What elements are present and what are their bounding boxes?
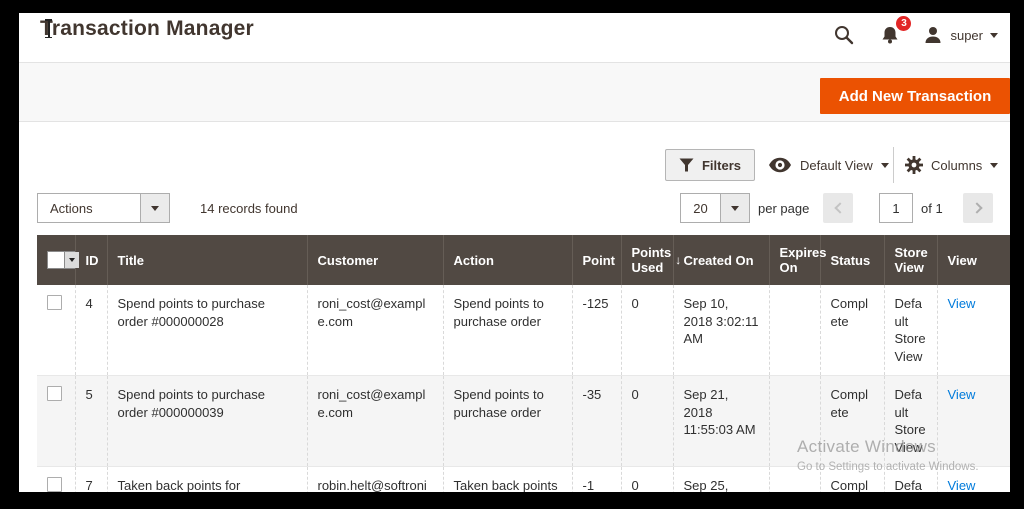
toolbar-divider: [893, 147, 894, 183]
col-header-view[interactable]: View: [936, 235, 1010, 285]
select-all-header: [37, 235, 80, 285]
view-toolbar: Filters Default View Columns: [19, 147, 1010, 183]
chevron-down-icon: [990, 32, 998, 38]
cell-points-used: 0: [620, 466, 673, 492]
cell-checkbox: [37, 285, 75, 377]
previous-page-button[interactable]: [823, 193, 853, 223]
cell-created-on: Sep 25, 2018 10:23:03 AM: [672, 466, 769, 492]
cell-customer: robin.helt@softronic.se: [306, 466, 443, 492]
actions-select[interactable]: Actions: [37, 193, 170, 223]
cell-view: View: [936, 466, 1010, 492]
cell-point: -125: [571, 285, 621, 377]
filter-funnel-icon: [679, 158, 694, 172]
col-header-action[interactable]: Action: [442, 235, 572, 285]
filters-button[interactable]: Filters: [665, 149, 755, 181]
search-icon[interactable]: [821, 19, 867, 51]
cell-store-view: Default Store View: [883, 285, 937, 377]
select-all-checkbox[interactable]: [47, 251, 80, 269]
screen: Transaction Manager 3 super Add New Tran…: [0, 0, 1024, 509]
cell-customer: roni_cost@example.com: [306, 375, 443, 468]
sort-desc-icon: ↓: [675, 253, 682, 267]
col-header-id[interactable]: ID: [74, 235, 107, 285]
table-row: 4 Spend points to purchase order #000000…: [37, 285, 1010, 377]
admin-page: Transaction Manager 3 super Add New Tran…: [19, 13, 1010, 492]
records-found-text: 14 records found: [200, 200, 298, 216]
page-actions-band: Add New Transaction: [19, 62, 1010, 122]
cell-id: 7: [74, 466, 107, 492]
cell-view: View: [936, 285, 1010, 377]
table-row: 5 Spend points to purchase order #000000…: [37, 375, 1010, 468]
default-view-button[interactable]: Default View: [768, 149, 889, 181]
transactions-table: ID Title Customer Action Point Points Us…: [37, 235, 1010, 492]
cell-customer: roni_cost@example.com: [306, 285, 443, 377]
col-header-points-used[interactable]: Points Used ↓: [620, 235, 681, 285]
chevron-down-icon: [140, 194, 169, 222]
col-header-point[interactable]: Point: [571, 235, 621, 285]
notification-badge: 3: [896, 16, 912, 31]
cell-title: Spend points to purchase order #00000003…: [106, 375, 307, 468]
header-actions: 3 super: [821, 16, 998, 51]
col-header-created-on[interactable]: Created On: [672, 235, 769, 285]
next-page-button[interactable]: [963, 193, 993, 223]
per-page-select[interactable]: 20: [680, 193, 750, 223]
cell-checkbox: [37, 375, 75, 468]
transactions-grid: ID Title Customer Action Point Points Us…: [37, 235, 1010, 492]
columns-button[interactable]: Columns: [905, 149, 999, 181]
total-pages-text: of 1: [921, 200, 943, 216]
cell-id: 5: [74, 375, 107, 468]
cell-status: Complete: [819, 285, 884, 377]
cell-expires-on: [768, 375, 820, 468]
per-page-label: per page: [758, 200, 810, 216]
notifications-bell-icon[interactable]: 3: [867, 16, 913, 51]
chevron-left-icon: [833, 202, 846, 214]
user-icon: [925, 27, 941, 43]
cell-point: -1: [571, 466, 621, 492]
eye-icon: [769, 157, 791, 173]
row-checkbox[interactable]: [47, 386, 62, 402]
view-link[interactable]: View: [948, 296, 976, 311]
gear-icon: [905, 156, 923, 174]
cell-store-view: Default Store View: [883, 375, 937, 468]
page-number-input[interactable]: [879, 193, 913, 223]
cell-expires-on: [768, 285, 820, 377]
chevron-down-icon: [720, 194, 749, 222]
cell-status: Complete: [819, 375, 884, 468]
col-header-status[interactable]: Status: [819, 235, 884, 285]
cell-action: Spend points to purchase order: [442, 285, 572, 377]
cell-title: Taken back points for refunding order #P…: [106, 466, 307, 492]
col-header-customer[interactable]: Customer: [306, 235, 443, 285]
cell-title: Spend points to purchase order #00000002…: [106, 285, 307, 377]
col-header-expires-on[interactable]: Expires On: [768, 235, 826, 285]
col-header-store-view[interactable]: Store View: [883, 235, 937, 285]
row-checkbox[interactable]: [47, 477, 62, 492]
col-header-title[interactable]: Title: [106, 235, 307, 285]
chevron-down-icon: [990, 162, 999, 168]
cell-points-used: 0: [620, 285, 673, 377]
username: super: [950, 27, 983, 43]
row-checkbox[interactable]: [47, 295, 62, 310]
view-link[interactable]: View: [948, 478, 976, 492]
cell-checkbox: [37, 466, 75, 492]
cell-status: Complete: [819, 466, 884, 492]
cell-action: Taken back points for refunding order: [442, 466, 572, 492]
chevron-right-icon: [970, 202, 983, 214]
view-link[interactable]: View: [948, 387, 976, 402]
cell-view: View: [936, 375, 1010, 468]
cell-created-on: Sep 10, 2018 3:02:11 AM: [672, 285, 769, 377]
text-cursor: [44, 19, 53, 38]
user-menu[interactable]: super: [913, 25, 998, 45]
page-title: Transaction Manager: [40, 17, 254, 40]
cell-created-on: Sep 21, 2018 11:55:03 AM: [672, 375, 769, 468]
cell-id: 4: [74, 285, 107, 377]
add-new-transaction-button[interactable]: Add New Transaction: [820, 78, 1010, 114]
grid-controls: Actions 14 records found 20 per page of …: [19, 193, 1010, 223]
table-header-row: ID Title Customer Action Point Points Us…: [37, 235, 1010, 285]
chevron-down-icon: [880, 162, 889, 168]
table-row: 7 Taken back points for refunding order …: [37, 466, 1010, 492]
cell-store-view: Default Store View: [883, 466, 937, 492]
cell-expires-on: [768, 466, 820, 492]
cell-points-used: 0: [620, 375, 673, 468]
cell-action: Spend points to purchase order: [442, 375, 572, 468]
cell-point: -35: [571, 375, 621, 468]
